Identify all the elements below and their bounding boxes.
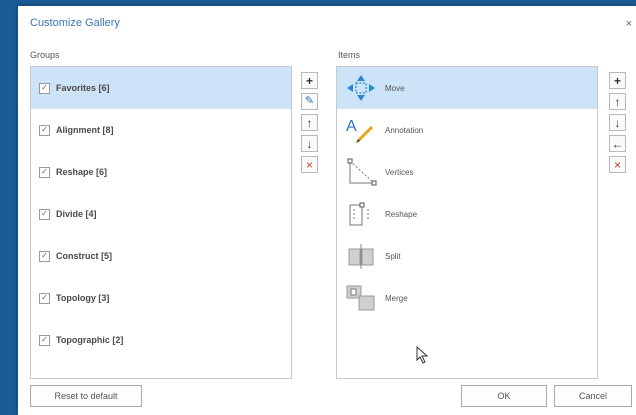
item-label: Merge (385, 293, 408, 303)
groups-toolbar: + ✎ ↑ ↓ × (301, 72, 318, 173)
group-row-alignment[interactable]: ✓ Alignment [8] (31, 109, 291, 151)
pencil-icon: ✎ (304, 95, 315, 107)
checkbox[interactable]: ✓ (39, 250, 50, 262)
groups-list[interactable]: ✓ Favorites [6] ✓ Alignment [8] ✓ Reshap… (30, 66, 292, 379)
ok-button[interactable]: OK (461, 385, 547, 407)
cancel-button[interactable]: Cancel (554, 385, 632, 407)
customize-gallery-dialog: Customize Gallery × Groups Items ✓ Favor… (18, 6, 636, 415)
group-label: Topology [3] (56, 293, 110, 303)
move-item-down-button[interactable]: ↓ (609, 114, 626, 131)
checkbox[interactable]: ✓ (39, 82, 50, 94)
close-icon[interactable]: × (626, 18, 632, 30)
group-row-topographic[interactable]: ✓ Topographic [2] (31, 319, 291, 361)
group-label: Reshape [6] (56, 167, 108, 177)
reset-to-default-button[interactable]: Reset to default (30, 385, 142, 407)
item-row-reshape[interactable]: Reshape (337, 193, 597, 235)
mouse-cursor-icon (416, 346, 429, 364)
item-label: Annotation (385, 125, 424, 135)
group-row-divide[interactable]: ✓ Divide [4] (31, 193, 291, 235)
group-label: Divide [4] (56, 209, 97, 219)
move-item-left-button[interactable]: ← (609, 135, 626, 152)
move-item-up-button[interactable]: ↑ (609, 93, 626, 110)
item-row-merge[interactable]: Merge (337, 277, 597, 319)
move-group-up-button[interactable]: ↑ (301, 114, 318, 131)
checkbox[interactable]: ✓ (39, 124, 50, 136)
item-label: Vertices (385, 167, 414, 177)
checkbox[interactable]: ✓ (39, 166, 50, 178)
split-icon (343, 240, 379, 272)
add-group-button[interactable]: + (301, 72, 318, 89)
items-toolbar: + ↑ ↓ ← × (609, 72, 626, 173)
svg-text:A: A (346, 118, 357, 135)
remove-group-button[interactable]: × (301, 156, 318, 173)
group-row-topology[interactable]: ✓ Topology [3] (31, 277, 291, 319)
item-label: Split (385, 251, 401, 261)
group-label: Favorites [6] (56, 83, 110, 93)
item-label: Move (385, 83, 405, 93)
items-list[interactable]: Move A Annotation Vertices Reshape Split… (336, 66, 598, 379)
move-group-down-button[interactable]: ↓ (301, 135, 318, 152)
checkbox[interactable]: ✓ (39, 208, 50, 220)
checkbox[interactable]: ✓ (39, 334, 50, 346)
group-row-favorites[interactable]: ✓ Favorites [6] (31, 67, 291, 109)
annotation-icon: A (343, 114, 379, 146)
checkbox[interactable]: ✓ (39, 292, 50, 304)
group-label: Construct [5] (56, 251, 112, 261)
item-label: Reshape (385, 209, 418, 219)
move-icon (343, 72, 379, 104)
item-row-move[interactable]: Move (337, 67, 597, 109)
add-item-button[interactable]: + (609, 72, 626, 89)
item-row-vertices[interactable]: Vertices (337, 151, 597, 193)
item-row-split[interactable]: Split (337, 235, 597, 277)
merge-icon (343, 282, 379, 314)
items-label: Items (338, 50, 361, 60)
remove-item-button[interactable]: × (609, 156, 626, 173)
dialog-title: Customize Gallery (30, 17, 120, 29)
group-label: Topographic [2] (56, 335, 124, 345)
item-row-annotation[interactable]: A Annotation (337, 109, 597, 151)
group-row-construct[interactable]: ✓ Construct [5] (31, 235, 291, 277)
edit-group-button[interactable]: ✎ (301, 93, 318, 110)
group-label: Alignment [8] (56, 125, 114, 135)
group-row-reshape[interactable]: ✓ Reshape [6] (31, 151, 291, 193)
groups-label: Groups (30, 50, 60, 60)
reshape-icon (343, 198, 379, 230)
vertices-icon (343, 156, 379, 188)
